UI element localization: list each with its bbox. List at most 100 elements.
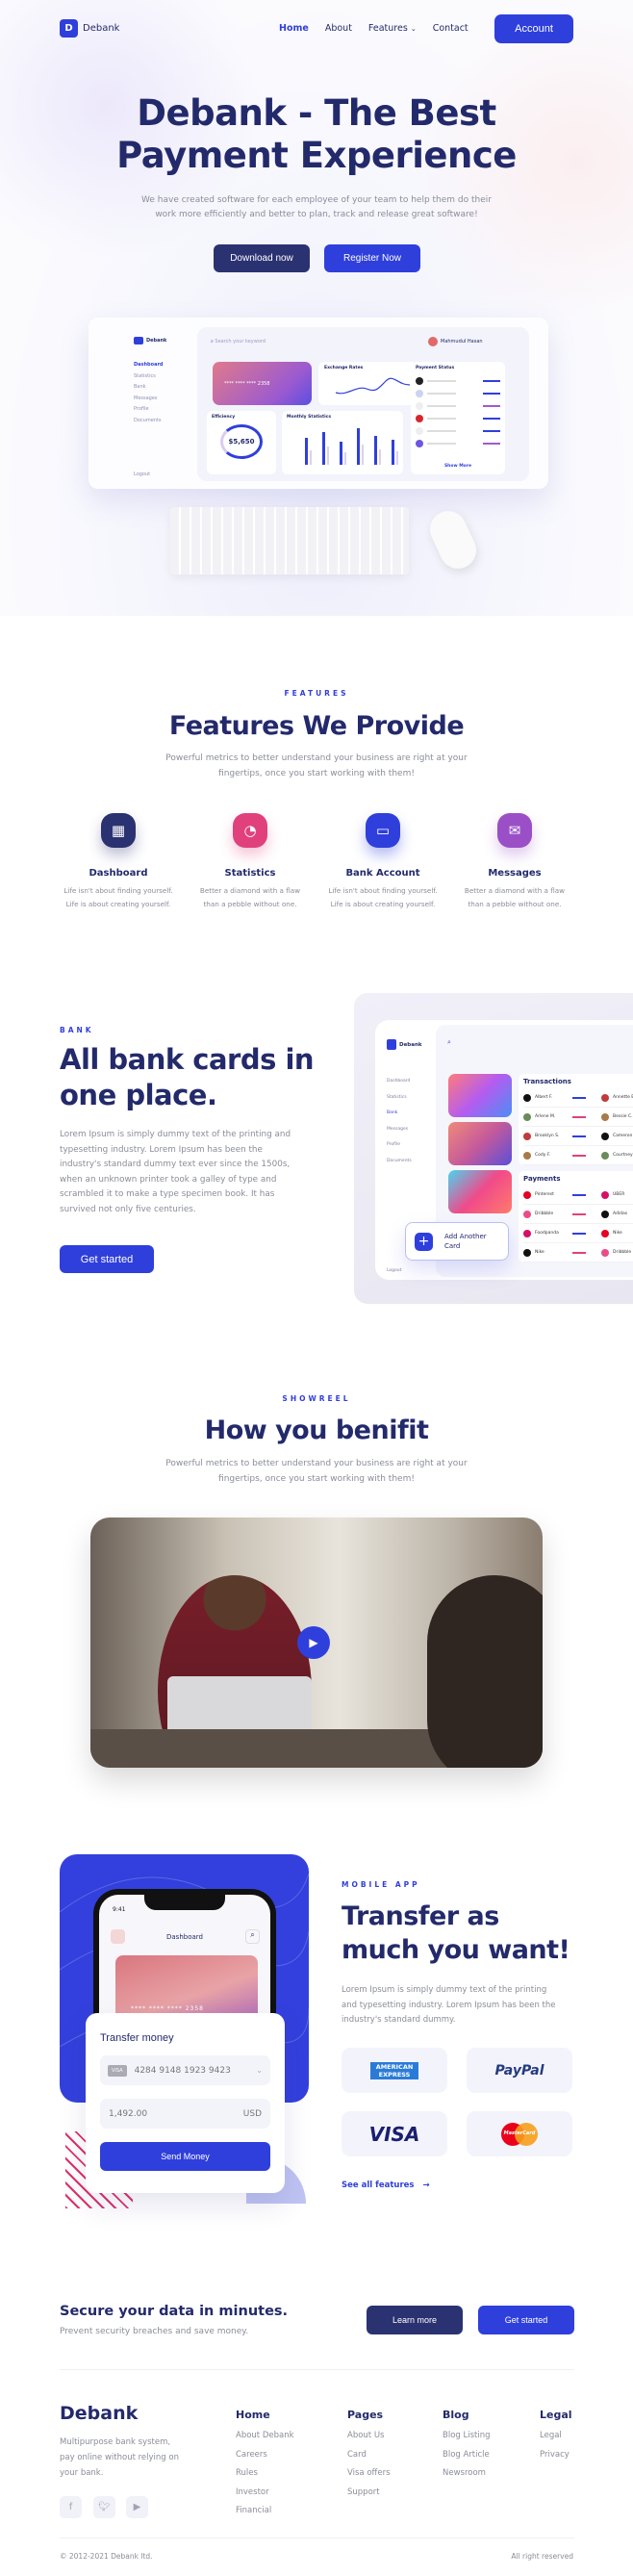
mockup-card-number: **** **** **** 2358 — [224, 381, 270, 387]
showreel-video[interactable]: ▶ — [90, 1518, 543, 1768]
footer-column-title: Blog — [443, 2409, 469, 2421]
see-all-features-link[interactable]: See all features → — [342, 2181, 430, 2190]
paypal-logo-text: PayPal — [494, 2062, 544, 2079]
paragraph-line: pay online without relying on — [60, 2453, 179, 2462]
mockup-menu-item: Messages — [387, 1126, 409, 1132]
footer-description: Multipurpose bank system, pay online with… — [60, 2435, 179, 2481]
learn-more-button[interactable]: Learn more — [367, 2306, 463, 2334]
footer-link[interactable]: Investor — [236, 2487, 294, 2507]
features-title: Features We Provide — [168, 711, 465, 741]
avatar — [523, 1190, 531, 1199]
footer-link[interactable]: Blog Article — [443, 2450, 491, 2469]
paragraph-line: Lorem Ipsum is simply dummy text of the … — [60, 1130, 291, 1139]
register-button[interactable]: Register Now — [324, 244, 420, 272]
search-icon: ⌕ — [211, 339, 214, 344]
bar-group — [305, 438, 312, 465]
bar — [357, 428, 360, 465]
footer-link[interactable]: Financial — [236, 2506, 294, 2525]
footer-link[interactable]: Legal — [540, 2431, 572, 2450]
efficiency-ring: $5,650 — [220, 424, 263, 459]
cta-subtitle: Prevent security breaches and save money… — [60, 2327, 249, 2336]
footer-link[interactable]: Visa offers — [347, 2468, 391, 2487]
feature-title: Dashboard — [89, 868, 148, 879]
footer-link[interactable]: Support — [347, 2487, 391, 2507]
chevron-down-icon: ⌄ — [410, 25, 417, 33]
list-name: Brooklyn S. — [535, 1134, 560, 1138]
feature-messages: ✉ Messages Better a diamond with a flaw tha… — [447, 813, 582, 911]
bank-card — [448, 1074, 512, 1117]
mockup-menu-item: Profile — [134, 406, 149, 412]
paragraph-line: typesetting industry. Lorem Ipsum has be… — [60, 1144, 263, 1155]
amount-bar — [572, 1115, 586, 1118]
visa-badge: VISA — [108, 2064, 127, 2077]
bar — [374, 436, 377, 465]
feature-description: Life isn't about finding yourself. Life i… — [51, 884, 186, 911]
avatar — [601, 1229, 609, 1237]
youtube-icon[interactable]: ▶ — [126, 2496, 148, 2518]
twitter-icon[interactable]: 🐦︎ — [93, 2496, 115, 2518]
footer-link[interactable]: Privacy — [540, 2450, 572, 2469]
bar — [395, 450, 398, 465]
transactions-title: Transactions — [523, 1078, 571, 1085]
mobile-label: MOBILE APP — [342, 1880, 420, 1889]
mockup-brand: Debank — [399, 1041, 422, 1048]
mockup-monthly-title: Monthly Statistics — [287, 415, 332, 420]
features-subtitle: Powerful metrics to better understand yo… — [0, 752, 633, 781]
credit-card-icon: ▭ — [366, 813, 400, 848]
list-row: Dribbble Adidas — [523, 1205, 633, 1224]
footer-link[interactable]: Newsroom — [443, 2468, 491, 2487]
footer-link[interactable]: Careers — [236, 2450, 294, 2469]
brand-logo[interactable]: D Debank — [60, 19, 119, 38]
account-button[interactable]: Account — [494, 14, 573, 43]
footer-link[interactable]: About Us — [347, 2431, 391, 2450]
footer-link[interactable]: Blog Listing — [443, 2431, 491, 2450]
paragraph-line: industry's standard dummy text ever sinc… — [60, 1160, 291, 1170]
avatar — [428, 337, 438, 346]
nav-about[interactable]: About — [325, 23, 352, 34]
video-person-back — [427, 1575, 543, 1768]
amount-value: 1,492.00 — [109, 2108, 148, 2119]
feature-desc-line: than a pebble without one. — [468, 900, 562, 908]
mockup-user: Mahmudul Hasan — [428, 337, 483, 346]
list-name: Courtney H. — [613, 1153, 633, 1158]
showreel-subtitle-line2: fingertips, once you start working with … — [218, 1474, 415, 1484]
mobile-title-line2: much you want! — [342, 1935, 570, 1965]
card-select[interactable]: VISA 4284 9148 1923 9423 ⌄ — [100, 2055, 270, 2085]
avatar — [523, 1112, 531, 1121]
list-name: Dribbble — [613, 1250, 632, 1255]
bar-group — [322, 432, 329, 465]
logo-icon — [387, 1039, 396, 1050]
footer-link[interactable]: About Debank — [236, 2431, 294, 2450]
list-row: Albert F. Annette B. — [523, 1088, 633, 1108]
facebook-icon[interactable]: f — [60, 2496, 82, 2518]
mockup-menu-item: Dashboard — [387, 1079, 411, 1084]
footer-link[interactable]: Card — [347, 2450, 391, 2469]
send-money-button[interactable]: Send Money — [100, 2142, 270, 2171]
mockup-search: ⌕ Search your keyword — [211, 339, 266, 344]
dashboard-icon: ▦ — [101, 813, 136, 848]
mockup-efficiency-title: Efficiency — [212, 415, 236, 420]
nav-features[interactable]: Features ⌄ — [368, 23, 417, 34]
mobile-title: Transfer as much you want! — [342, 1900, 570, 1967]
hero-title-line2: Payment Experience — [116, 135, 517, 176]
hero-subtitle: We have created software for each employ… — [0, 193, 633, 222]
play-button[interactable]: ▶ — [297, 1626, 330, 1659]
transfer-money-card: Transfer money VISA 4284 9148 1923 9423 … — [86, 2013, 285, 2193]
bar — [361, 445, 364, 465]
add-card-button[interactable]: + Add Another Card — [405, 1222, 509, 1261]
search-icon[interactable]: ⌕ — [245, 1929, 260, 1944]
amount-input[interactable]: 1,492.00 USD — [100, 2099, 270, 2129]
nav-contact[interactable]: Contact — [433, 23, 468, 34]
bank-get-started-button[interactable]: Get started — [60, 1245, 154, 1273]
footer-column-title: Legal — [540, 2409, 572, 2421]
bank-dashboard-mockup: Debank Dashboard Statistics Bank Message… — [354, 993, 633, 1304]
mockup-monthly: Monthly Statistics — [282, 411, 403, 474]
footer-link[interactable]: Rules — [236, 2468, 294, 2487]
cta-get-started-button[interactable]: Get started — [478, 2306, 574, 2334]
payments-title: Payments — [523, 1175, 561, 1183]
main-nav: Home About Features ⌄ Contact — [279, 23, 468, 34]
nav-home[interactable]: Home — [279, 23, 309, 34]
footer-column-blog: Blog Blog Listing Blog Article Newsroom — [443, 2409, 491, 2487]
download-button[interactable]: Download now — [214, 244, 310, 272]
mockup-payment-title: Payment Status — [416, 366, 455, 370]
